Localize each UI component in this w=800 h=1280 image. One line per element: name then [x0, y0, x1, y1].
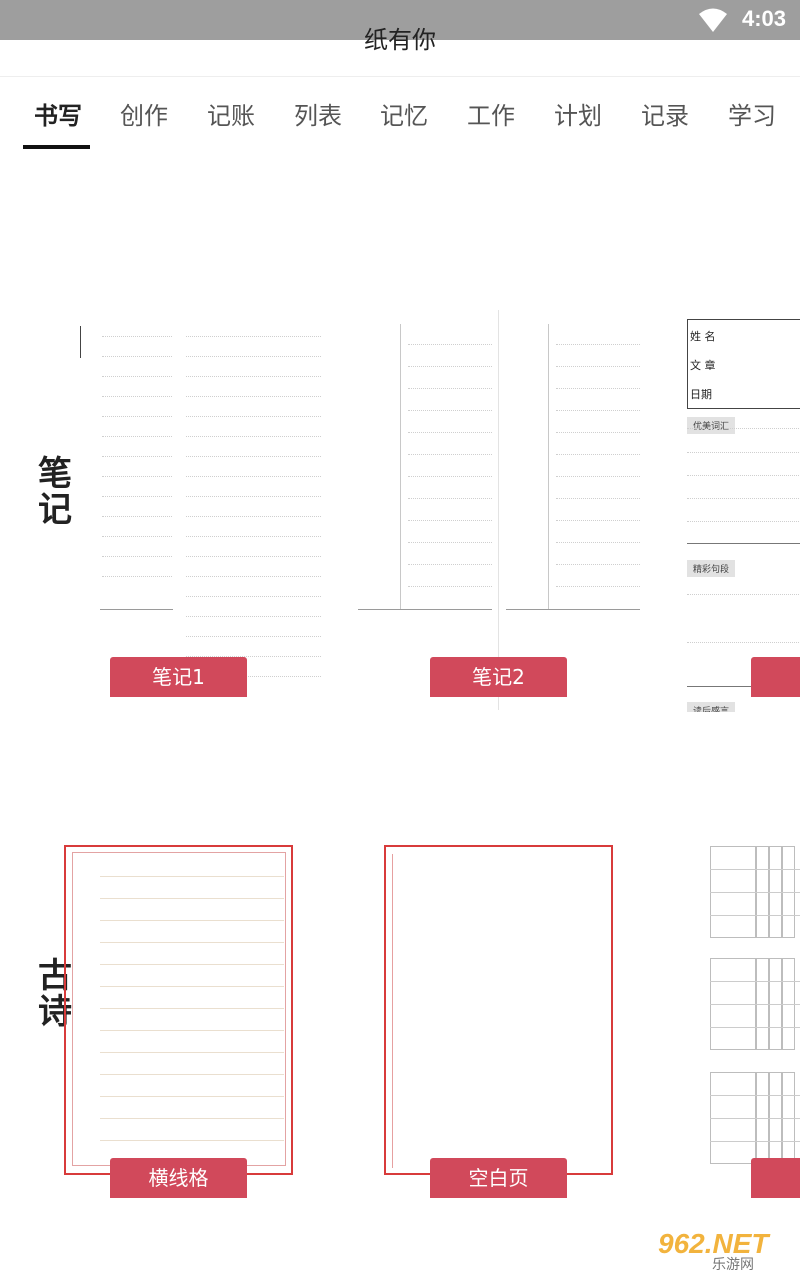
template-card-grid[interactable]: 七 — [706, 838, 800, 1198]
tab-creation[interactable]: 创作 — [120, 96, 168, 131]
tab-memory[interactable]: 记忆 — [380, 96, 428, 131]
tab-study[interactable]: 学习 — [728, 96, 776, 131]
form-field-date: 日期 — [690, 388, 712, 401]
tag-afterthoughts: 读后感言 — [687, 702, 736, 712]
watermark-sub: 乐游网 — [712, 1257, 754, 1273]
template-card-reading[interactable]: 姓 名 文 章 日期 优美词汇 精彩句段 读后感言 读 — [684, 316, 800, 712]
cursor-mark — [80, 326, 81, 358]
card-label-blank: 空白页 — [430, 1158, 567, 1198]
template-card-note1[interactable]: 笔记1 — [78, 318, 324, 712]
template-card-blank[interactable]: 空白页 — [382, 842, 616, 1198]
tab-list[interactable]: 列表 — [294, 96, 342, 131]
tab-plan[interactable]: 计划 — [554, 96, 602, 131]
watermark-logo: 962.NET 乐游网 — [652, 1228, 792, 1274]
card-label-lined: 横线格 — [110, 1158, 247, 1198]
template-card-lined[interactable]: 横线格 — [62, 842, 296, 1198]
tab-active-indicator — [23, 145, 90, 149]
tab-writing[interactable]: 书写 — [34, 96, 82, 131]
template-card-note2[interactable]: 笔记2 — [356, 310, 642, 712]
tag-vocabulary: 优美词汇 — [687, 417, 736, 434]
card-label-grid: 七 — [751, 1158, 800, 1198]
appbar-divider — [0, 76, 800, 77]
tab-work[interactable]: 工作 — [467, 96, 515, 131]
tab-record[interactable]: 记录 — [641, 96, 689, 131]
card-label-reading: 读 — [751, 657, 800, 697]
category-tabs: 书写 创作 记账 列表 记忆 工作 计划 记录 学习 — [0, 78, 800, 152]
tag-sentences: 精彩句段 — [687, 560, 736, 577]
section-label-notes: 笔记 — [38, 454, 72, 530]
form-field-article: 文 章 — [690, 359, 716, 372]
card-label-note1: 笔记1 — [110, 657, 247, 697]
tab-accounting[interactable]: 记账 — [207, 96, 255, 131]
app-title: 纸有你 — [364, 26, 436, 54]
card-label-note2: 笔记2 — [430, 657, 567, 697]
form-field-name: 姓 名 — [690, 330, 716, 343]
